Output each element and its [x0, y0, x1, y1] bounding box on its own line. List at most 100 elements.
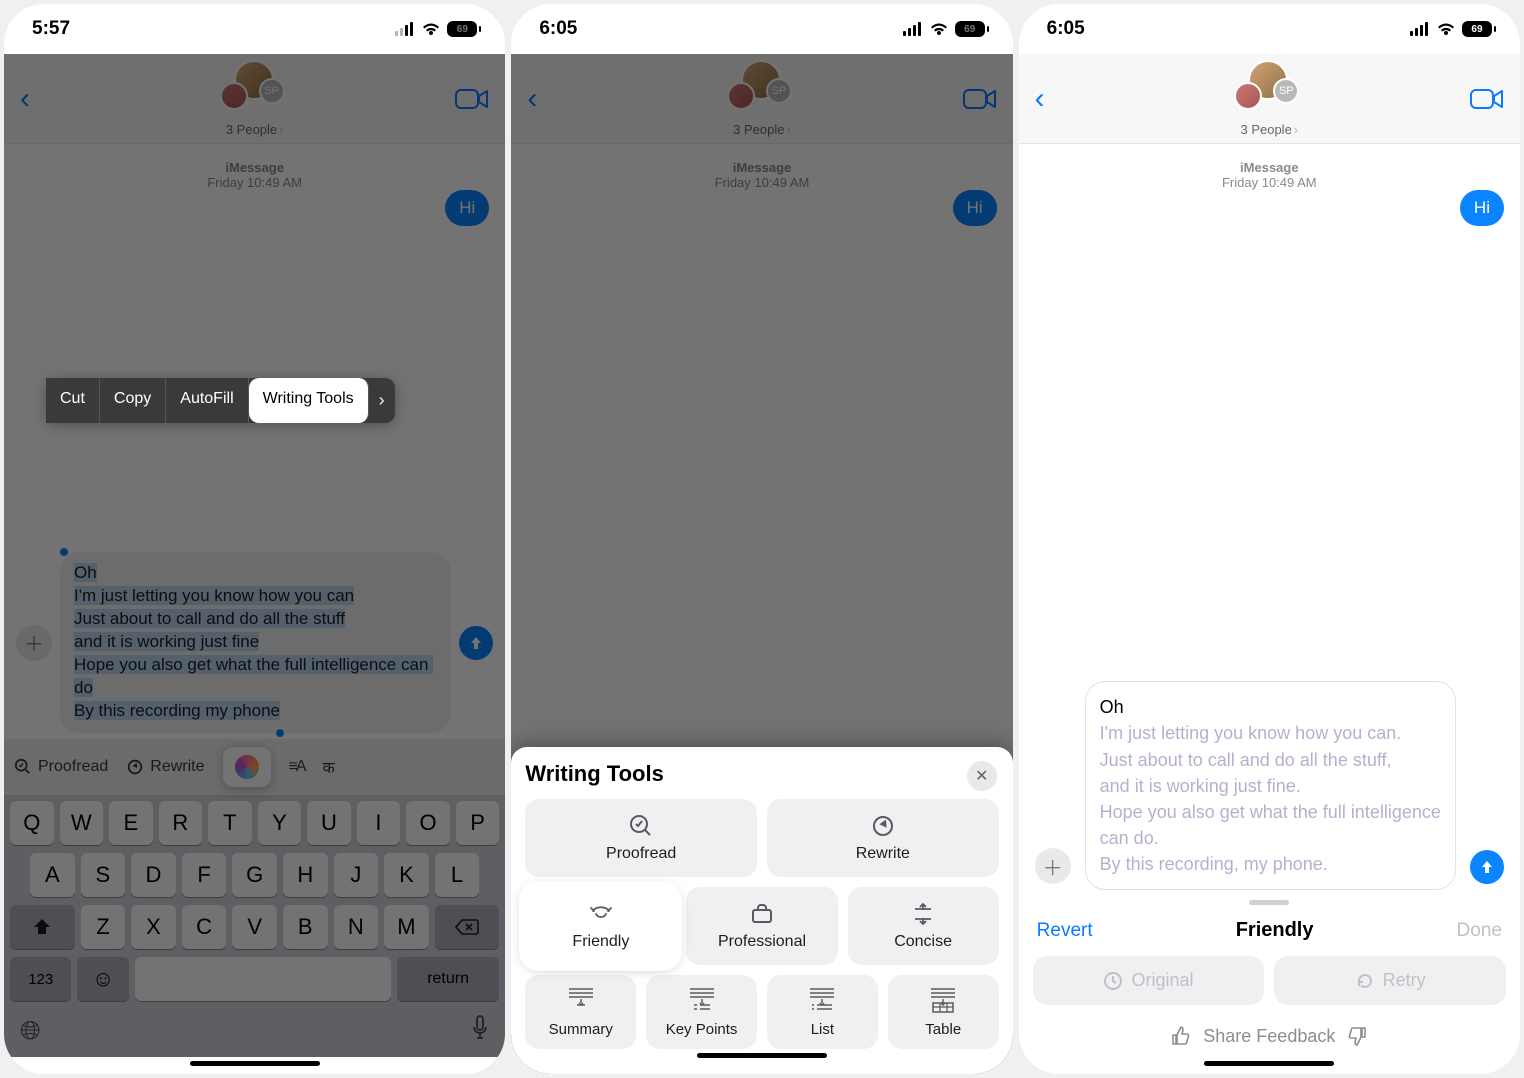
key-s[interactable]: S: [81, 853, 126, 897]
home-indicator[interactable]: [1204, 1061, 1334, 1066]
result-title: Friendly: [1236, 919, 1314, 942]
proofread-shortcut[interactable]: Proofread: [14, 758, 108, 776]
chat-area: iMessageFriday 10:49 AM Hi ＋ Oh I'm just…: [4, 144, 505, 739]
dictation-key[interactable]: [471, 1015, 489, 1047]
professional-card[interactable]: Professional: [686, 887, 837, 965]
message-input[interactable]: Oh I'm just letting you know how you can…: [1085, 681, 1456, 890]
key-b[interactable]: B: [283, 905, 328, 949]
ctx-more-arrow[interactable]: ›: [369, 378, 395, 423]
header-title[interactable]: 3 People: [226, 122, 284, 137]
facetime-button[interactable]: [455, 87, 489, 111]
key-n[interactable]: N: [334, 905, 379, 949]
key-p[interactable]: P: [456, 801, 500, 845]
group-avatar[interactable]: SP: [1234, 60, 1304, 114]
key-m[interactable]: M: [384, 905, 429, 949]
key-k[interactable]: K: [384, 853, 429, 897]
original-button[interactable]: Original: [1033, 956, 1265, 1005]
key-u[interactable]: U: [307, 801, 351, 845]
key-z[interactable]: Z: [81, 905, 126, 949]
home-indicator[interactable]: [697, 1053, 827, 1058]
key-l[interactable]: L: [435, 853, 480, 897]
format-icon[interactable]: ≡A: [289, 758, 305, 776]
key-q[interactable]: Q: [10, 801, 54, 845]
battery-icon: 69: [447, 21, 477, 37]
chat-header: ‹ SP 3 People: [511, 54, 1012, 144]
key-r[interactable]: R: [159, 801, 203, 845]
return-key[interactable]: return: [397, 957, 499, 1001]
globe-key[interactable]: 🌐︎: [20, 1015, 41, 1047]
key-o[interactable]: O: [406, 801, 450, 845]
space-key[interactable]: [135, 957, 391, 1001]
selected-text: Oh I'm just letting you know how you can…: [74, 563, 433, 720]
table-card[interactable]: Table: [888, 975, 999, 1049]
clock: 6:05: [539, 18, 577, 40]
key-g[interactable]: G: [232, 853, 277, 897]
numbers-key[interactable]: 123: [10, 957, 71, 1001]
wifi-icon: [929, 21, 949, 37]
keypoints-card[interactable]: Key Points: [646, 975, 757, 1049]
key-x[interactable]: X: [131, 905, 176, 949]
language-icon[interactable]: क: [323, 756, 335, 778]
back-button[interactable]: ‹: [527, 82, 537, 116]
facetime-button[interactable]: [963, 87, 997, 111]
writing-tools-icon[interactable]: [223, 747, 271, 787]
shift-key[interactable]: [10, 905, 75, 949]
message-input[interactable]: Oh I'm just letting you know how you can…: [60, 552, 451, 733]
send-button[interactable]: [1470, 850, 1504, 884]
group-avatar[interactable]: SP: [220, 60, 290, 114]
ctx-copy[interactable]: Copy: [100, 378, 166, 423]
key-v[interactable]: V: [232, 905, 277, 949]
writing-tools-sheet: Writing Tools ✕ Proofread Rewrite Friend…: [511, 747, 1012, 1074]
proofread-card[interactable]: Proofread: [525, 799, 757, 877]
key-c[interactable]: C: [182, 905, 227, 949]
sent-message[interactable]: Hi: [445, 190, 489, 226]
rewrite-card[interactable]: Rewrite: [767, 799, 999, 877]
thumbs-up-icon[interactable]: [1169, 1025, 1191, 1047]
wifi-icon: [1436, 21, 1456, 37]
key-e[interactable]: E: [109, 801, 153, 845]
group-avatar[interactable]: SP: [727, 60, 797, 114]
plus-button[interactable]: ＋: [16, 625, 52, 661]
list-card[interactable]: List: [767, 975, 878, 1049]
revert-button[interactable]: Revert: [1037, 920, 1093, 942]
header-title[interactable]: 3 People: [1240, 122, 1298, 137]
key-w[interactable]: W: [60, 801, 104, 845]
key-y[interactable]: Y: [258, 801, 302, 845]
emoji-key[interactable]: ☺: [77, 957, 128, 1001]
ctx-writing-tools[interactable]: Writing Tools: [249, 378, 369, 423]
delete-key[interactable]: [435, 905, 500, 949]
thumbs-down-icon[interactable]: [1347, 1025, 1369, 1047]
key-h[interactable]: H: [283, 853, 328, 897]
back-button[interactable]: ‹: [1035, 82, 1045, 116]
key-t[interactable]: T: [208, 801, 252, 845]
sent-message[interactable]: Hi: [1460, 190, 1504, 226]
home-indicator[interactable]: [190, 1061, 320, 1066]
ctx-autofill[interactable]: AutoFill: [166, 378, 248, 423]
back-button[interactable]: ‹: [20, 82, 30, 116]
header-title[interactable]: 3 People: [733, 122, 791, 137]
send-button[interactable]: [459, 626, 493, 660]
keyboard[interactable]: QWERTYUIOP ASDFGHJKL ZXCVBNM 123 ☺ retur…: [4, 795, 505, 1057]
key-i[interactable]: I: [357, 801, 401, 845]
retry-button[interactable]: Retry: [1274, 956, 1506, 1005]
sent-message[interactable]: Hi: [953, 190, 997, 226]
close-button[interactable]: ✕: [967, 761, 997, 791]
key-d[interactable]: D: [131, 853, 176, 897]
key-row-3: ZXCVBNM: [10, 905, 499, 949]
friendly-card[interactable]: Friendly: [525, 887, 676, 965]
summary-card[interactable]: Summary: [525, 975, 636, 1049]
done-button[interactable]: Done: [1457, 920, 1502, 942]
key-j[interactable]: J: [334, 853, 379, 897]
writing-tools-toolbar: Proofread Rewrite ≡A क: [4, 739, 505, 795]
cellular-icon: [1410, 22, 1430, 36]
key-a[interactable]: A: [30, 853, 75, 897]
concise-card[interactable]: Concise: [848, 887, 999, 965]
plus-button[interactable]: ＋: [1035, 848, 1071, 884]
rewrite-shortcut[interactable]: Rewrite: [126, 758, 204, 776]
ctx-cut[interactable]: Cut: [46, 378, 100, 423]
chat-area: iMessageFriday 10:49 AM Hi: [1019, 144, 1520, 681]
key-f[interactable]: F: [182, 853, 227, 897]
facetime-button[interactable]: [1470, 87, 1504, 111]
result-first-line: Oh: [1100, 694, 1441, 720]
feedback-label[interactable]: Share Feedback: [1203, 1026, 1335, 1047]
